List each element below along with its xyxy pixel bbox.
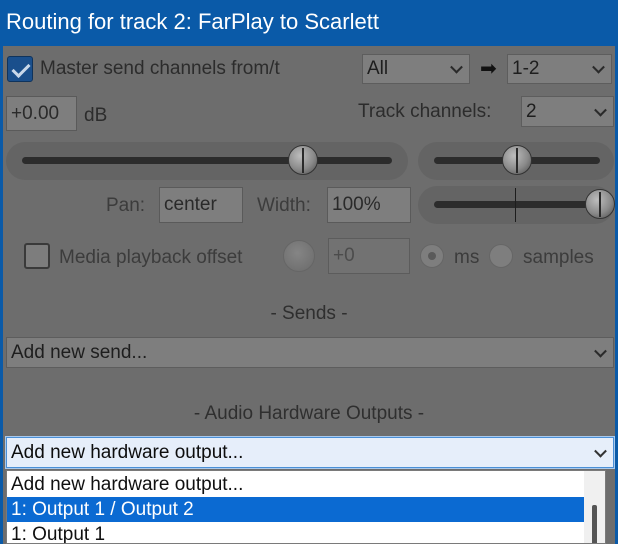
master-send-checkbox[interactable]	[7, 56, 33, 82]
volume-slider-track	[22, 157, 392, 164]
right-arrow-icon: ➡	[480, 58, 497, 80]
pan-label: Pan:	[106, 195, 146, 216]
hardware-output-dropdown-list: Add new hardware output... 1: Output 1 /…	[6, 470, 606, 544]
pan-value: center	[164, 194, 217, 215]
chevron-down-icon	[450, 60, 463, 74]
chevron-down-icon	[594, 344, 607, 358]
dropdown-scrollbar[interactable]	[584, 471, 605, 543]
window-title: Routing for track 2: FarPlay to Scarlett	[6, 9, 379, 34]
volume-input[interactable]: +0.00	[6, 96, 77, 131]
add-send-value: Add new send...	[11, 341, 148, 363]
samples-label: samples	[523, 247, 594, 268]
width-value: 100%	[332, 194, 381, 215]
track-channels-label: Track channels:	[358, 101, 492, 122]
dropdown-option-selected[interactable]: 1: Output 1 / Output 2	[7, 497, 585, 522]
hw-outputs-section-title: - Audio Hardware Outputs -	[193, 403, 425, 424]
master-send-to-value: 1-2	[512, 58, 540, 79]
chevron-down-icon	[592, 60, 605, 74]
track-channels-value: 2	[526, 100, 537, 122]
master-send-from-select[interactable]: All	[362, 54, 470, 84]
width-slider[interactable]	[418, 186, 615, 224]
volume-slider-knob[interactable]	[288, 145, 319, 175]
volume-unit-label: dB	[84, 105, 108, 126]
add-hardware-output-select[interactable]: Add new hardware output...	[6, 437, 614, 468]
master-send-label: Master send channels from/t	[40, 58, 280, 79]
dropdown-option[interactable]: 1: Output 1	[7, 522, 585, 544]
width-slider-center-mark	[515, 188, 516, 222]
width-label: Width:	[257, 195, 311, 216]
samples-radio[interactable]	[489, 244, 513, 268]
chevron-down-icon	[594, 444, 607, 458]
pan-slider-knob[interactable]	[502, 145, 532, 175]
chevron-down-icon	[594, 103, 607, 117]
width-input[interactable]: 100%	[327, 187, 411, 223]
media-offset-input[interactable]: +0	[328, 238, 410, 274]
media-offset-knob[interactable]	[283, 240, 315, 272]
sends-section-title: - Sends -	[270, 303, 348, 324]
pan-input[interactable]: center	[159, 187, 243, 223]
title-bar: Routing for track 2: FarPlay to Scarlett	[0, 0, 618, 46]
ms-label: ms	[454, 247, 480, 268]
pan-slider[interactable]	[418, 142, 614, 180]
ms-radio[interactable]	[420, 244, 444, 268]
dropdown-option[interactable]: Add new hardware output...	[7, 472, 585, 497]
volume-slider[interactable]	[6, 142, 408, 180]
master-send-to-select[interactable]: 1-2	[507, 54, 612, 84]
add-hardware-output-value: Add new hardware output...	[11, 441, 244, 463]
media-offset-checkbox[interactable]	[24, 243, 50, 269]
master-send-from-value: All	[367, 58, 389, 79]
add-send-select[interactable]: Add new send...	[6, 337, 614, 368]
volume-value: +0.00	[11, 102, 60, 124]
media-offset-label: Media playback offset	[59, 247, 243, 268]
scrollbar-thumb[interactable]	[592, 505, 597, 543]
media-offset-value: +0	[333, 245, 355, 266]
width-slider-track	[434, 201, 600, 208]
width-slider-knob[interactable]	[585, 189, 615, 219]
track-channels-select[interactable]: 2	[521, 96, 614, 127]
